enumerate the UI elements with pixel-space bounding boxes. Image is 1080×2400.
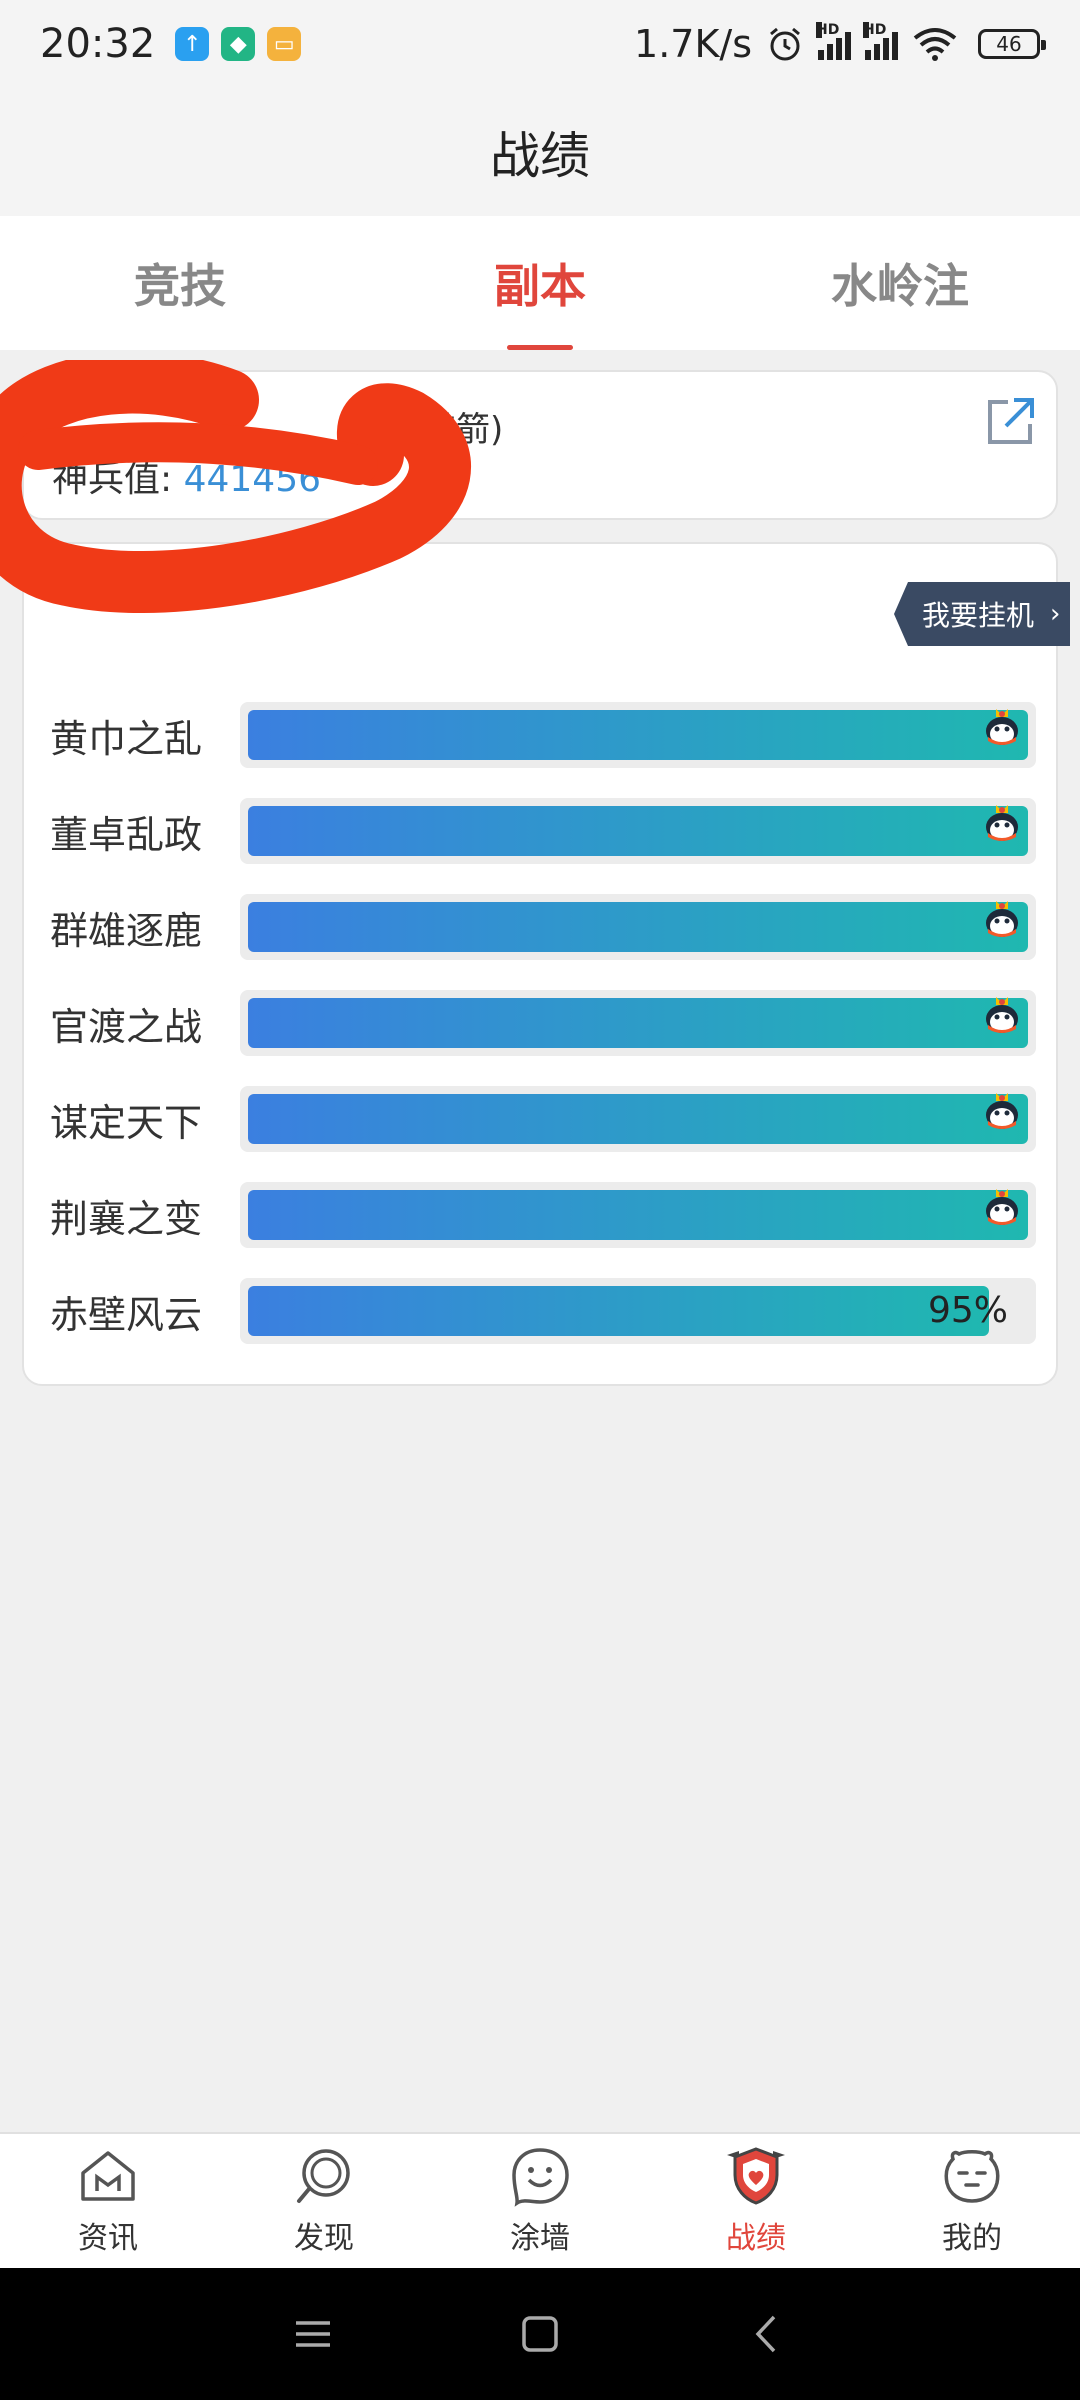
progress-row[interactable]: 赤壁风云 95% <box>50 1278 1054 1344</box>
nav-me-label: 我的 <box>942 2221 1002 2256</box>
progress-bar-fill <box>248 710 1028 760</box>
progress-bar-fill <box>248 1094 1028 1144</box>
tab-dungeon-label: 副本 <box>494 259 586 313</box>
progress-bar-track <box>240 1182 1036 1248</box>
progress-row-label: 董卓乱政 <box>50 812 203 857</box>
progress-bar-track <box>240 1086 1036 1152</box>
system-nav-bar <box>0 2268 1080 2400</box>
progress-row[interactable]: 官渡之战 <box>50 990 1054 1056</box>
upload-icon: ↑ <box>175 27 210 61</box>
progress-bar-fill <box>248 998 1028 1048</box>
progress-bar-track <box>240 798 1036 864</box>
progress-bar-track <box>240 894 1036 960</box>
signal-icon-2: HD <box>863 22 898 60</box>
house-icon <box>81 2151 135 2201</box>
status-bar: 20:32 ↑ ◆ ▭ 1.7K/s HD HD 46 <box>0 0 1080 88</box>
progress-row-label: 官渡之战 <box>50 1004 203 1049</box>
completed-badge-icon <box>986 1093 1018 1129</box>
nav-news-label: 资讯 <box>78 2221 138 2256</box>
face-icon <box>944 2150 1000 2203</box>
progress-bar-fill <box>248 902 1028 952</box>
tab-arena-label: 竞技 <box>134 259 226 313</box>
idle-button-label: 我要挂机 <box>922 599 1035 632</box>
tab-dungeon[interactable]: 副本 <box>360 216 720 350</box>
progress-row-label: 赤壁风云 <box>50 1292 203 1337</box>
nav-me[interactable]: 我的 <box>864 2134 1080 2268</box>
progress-bar-fill <box>248 1286 989 1336</box>
tab-shuilingzhu-label: 水岭注 <box>831 259 969 313</box>
search-icon <box>297 2149 350 2203</box>
page-title: 战绩 <box>490 127 590 185</box>
alarm-icon <box>770 27 800 61</box>
nav-discover[interactable]: 发现 <box>216 2134 432 2268</box>
home-icon[interactable] <box>515 2309 565 2359</box>
battery-icon: 46 <box>978 29 1046 59</box>
back-icon[interactable] <box>742 2309 792 2359</box>
signal-icon-1: HD <box>816 22 851 60</box>
shield-app-icon: ◆ <box>221 27 256 61</box>
progress-row-label: 群雄逐鹿 <box>50 908 203 953</box>
nav-wall-label: 涂墙 <box>510 2221 570 2256</box>
score-value: 441456 <box>183 459 322 500</box>
progress-bar-track <box>240 990 1036 1056</box>
status-time: 20:32 <box>40 21 156 67</box>
progress-row[interactable]: 董卓乱政 <box>50 798 1054 864</box>
dungeon-progress-card: 我要挂机 › <box>22 542 1070 1386</box>
progress-bar-fill <box>248 806 1028 856</box>
progress-row[interactable]: 黄巾之乱 <box>50 702 1054 768</box>
tab-arena[interactable]: 竞技 <box>0 216 360 350</box>
progress-percent: 95% <box>927 1290 1008 1331</box>
nav-record-label: 战绩 <box>726 2221 786 2256</box>
chevron-right-icon: › <box>1050 599 1061 629</box>
progress-bar-track <box>240 702 1036 768</box>
profile-name-suffix: 借箭) <box>422 410 504 450</box>
battery-level: 46 <box>996 32 1022 56</box>
profile-card[interactable]: 借箭) 神兵值: 441456 <box>22 370 1058 520</box>
bottom-nav: 资讯 发现 涂墙 战绩 我的 <box>0 2132 1080 2268</box>
tab-bar: 竞技 副本 水岭注 <box>0 216 1080 350</box>
message-app-icon: ▭ <box>267 27 302 61</box>
completed-badge-icon <box>986 805 1018 841</box>
tab-shuilingzhu[interactable]: 水岭注 <box>720 216 1080 350</box>
score-row: 神兵值: 441456 <box>52 450 321 502</box>
profile-name: 借箭) <box>52 402 503 451</box>
progress-row-label: 谋定天下 <box>50 1100 203 1145</box>
progress-row[interactable]: 群雄逐鹿 <box>50 894 1054 960</box>
menu-icon[interactable] <box>288 2309 338 2359</box>
shield-icon <box>727 2147 785 2205</box>
progress-bar-fill <box>248 1190 1028 1240</box>
completed-badge-icon <box>986 1189 1018 1225</box>
progress-row-label: 黄巾之乱 <box>50 716 203 761</box>
smile-icon <box>512 2148 569 2207</box>
idle-button[interactable]: 我要挂机 › <box>894 582 1070 646</box>
nav-record[interactable]: 战绩 <box>648 2134 864 2268</box>
progress-row[interactable]: 谋定天下 <box>50 1086 1054 1152</box>
completed-badge-icon <box>986 709 1018 745</box>
title-bar: 战绩 <box>0 88 1080 216</box>
network-speed: 1.7K/s <box>634 22 752 66</box>
completed-badge-icon <box>986 901 1018 937</box>
wifi-icon <box>913 28 957 61</box>
progress-row[interactable]: 荆襄之变 <box>50 1182 1054 1248</box>
progress-bar-track: 95% <box>240 1278 1036 1344</box>
nav-discover-label: 发现 <box>294 2221 354 2256</box>
nav-news[interactable]: 资讯 <box>0 2134 216 2268</box>
progress-row-label: 荆襄之变 <box>50 1196 203 1241</box>
completed-badge-icon <box>986 997 1018 1033</box>
score-label: 神兵值: <box>52 459 184 500</box>
external-link-icon[interactable] <box>982 394 1038 450</box>
nav-wall[interactable]: 涂墙 <box>432 2134 648 2268</box>
